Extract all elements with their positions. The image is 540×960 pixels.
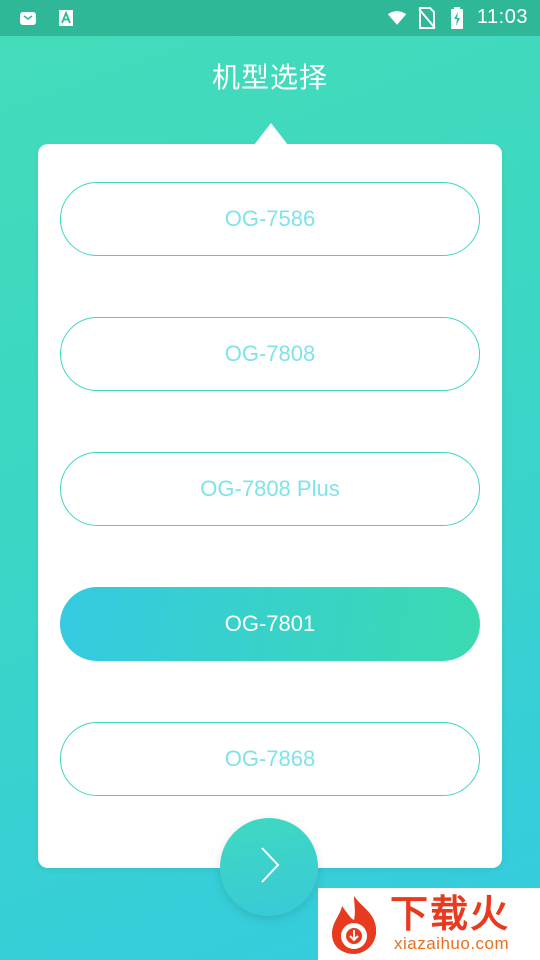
- model-option-og-7586[interactable]: OG-7586: [60, 182, 480, 256]
- watermark-url: xiazaihuo.com: [394, 934, 510, 953]
- model-option-og-7808-plus[interactable]: OG-7808 Plus: [60, 452, 480, 526]
- no-sim-icon: [417, 6, 437, 29]
- watermark: 下载火 xiazaihuo.com: [318, 888, 540, 960]
- status-bar: 11:03: [0, 0, 540, 36]
- model-option-og-7801[interactable]: OG-7801: [60, 587, 480, 661]
- model-option-og-7808[interactable]: OG-7808: [60, 317, 480, 391]
- page-title: 机型选择: [211, 61, 328, 94]
- card-pointer: [254, 123, 288, 145]
- model-option-label: OG-7808 Plus: [200, 476, 340, 501]
- wifi-icon: [387, 8, 407, 28]
- model-option-og-7868[interactable]: OG-7868: [60, 722, 480, 796]
- watermark-text: 下载火: [390, 892, 511, 936]
- model-option-label: OG-7808: [224, 341, 316, 366]
- next-button[interactable]: [220, 818, 318, 916]
- chevron-right-icon: [254, 845, 284, 889]
- notification-app-icon: [18, 8, 38, 28]
- model-option-label: OG-7586: [224, 206, 316, 231]
- text-a-icon: [56, 8, 76, 28]
- battery-charging-icon: [447, 6, 467, 29]
- model-option-label: OG-7868: [224, 746, 316, 771]
- flame-logo-icon: [322, 892, 386, 956]
- status-time: 11:03: [476, 6, 528, 28]
- model-option-label: OG-7801: [224, 611, 316, 636]
